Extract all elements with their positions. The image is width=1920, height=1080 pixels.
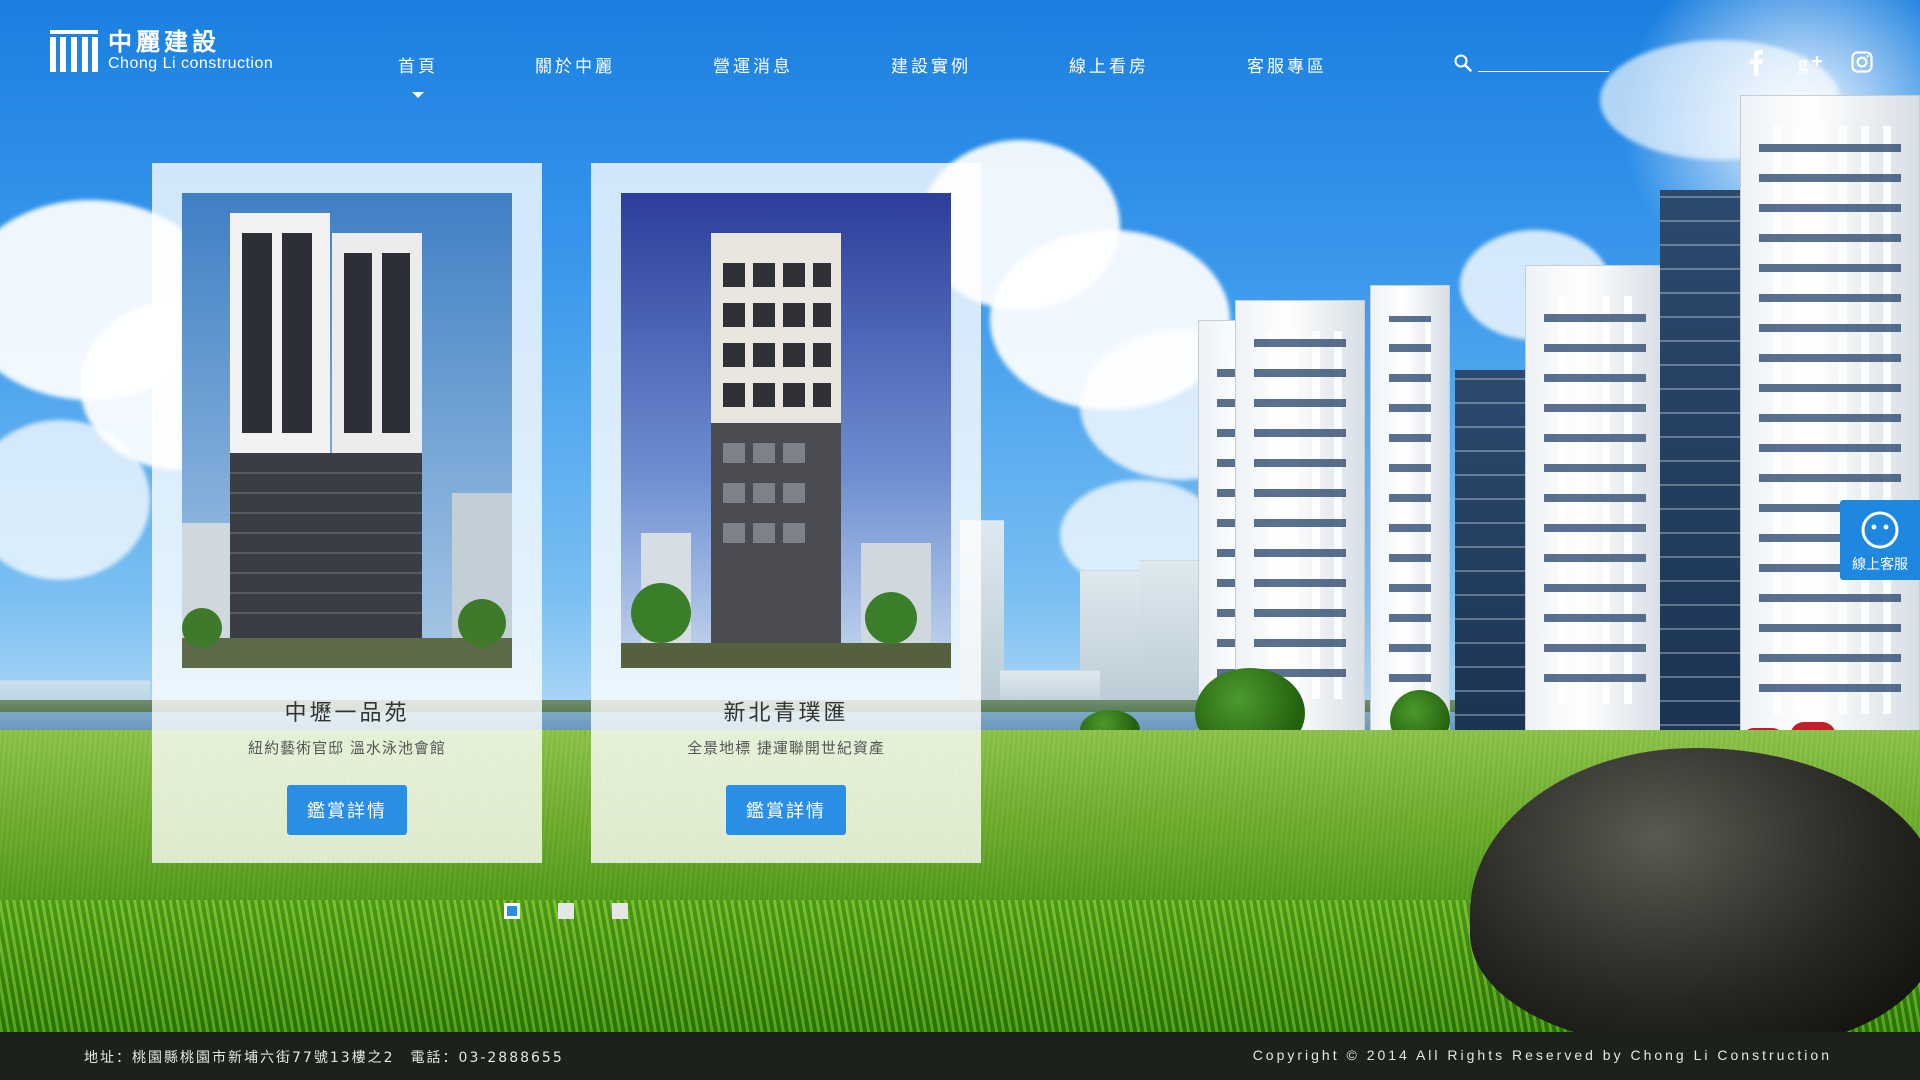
- nav-projects[interactable]: 建設實例: [891, 52, 971, 77]
- glass-tower: [1455, 370, 1525, 740]
- project-title: 新北青璞匯: [723, 701, 849, 726]
- nav-about[interactable]: 關於中麗: [535, 52, 615, 77]
- svg-text:g: g: [1798, 53, 1808, 74]
- project-title: 中壢一品苑: [284, 701, 410, 726]
- nav-online-viewing[interactable]: 線上看房: [1069, 52, 1149, 77]
- carousel-dot[interactable]: [612, 903, 628, 919]
- footer-copyright: Copyright © 2014 All Rights Reserved by …: [1252, 1047, 1832, 1063]
- facebook-icon[interactable]: [1748, 50, 1764, 76]
- glass-tower: [1660, 190, 1740, 750]
- active-indicator-icon: [412, 92, 424, 98]
- instagram-icon[interactable]: [1851, 51, 1873, 77]
- carousel-dot[interactable]: [504, 903, 520, 919]
- logo-mark: [50, 30, 98, 72]
- project-card: 中壢一品苑 紐約藝術官邸 溫水泳池會館 鑑賞詳情: [152, 163, 542, 863]
- carousel-dot[interactable]: [558, 903, 574, 919]
- site-footer: 地址：桃園縣桃園市新埔六街77號13樓之2 電話：03-2888655 Copy…: [0, 1032, 1920, 1080]
- chat-icon: [1861, 511, 1899, 549]
- view-details-button[interactable]: 鑑賞詳情: [726, 785, 846, 835]
- view-details-button[interactable]: 鑑賞詳情: [287, 785, 407, 835]
- brand-name-cn: 中麗建設: [108, 28, 220, 56]
- search-icon[interactable]: [1454, 54, 1472, 72]
- building: [1740, 95, 1920, 755]
- google-plus-icon[interactable]: g: [1798, 52, 1824, 78]
- footer-address: 地址：桃園縣桃園市新埔六街77號13樓之2 電話：03-2888655: [84, 1050, 564, 1066]
- brand-name-en: Chong Li construction: [108, 55, 274, 72]
- distant-building: [1140, 560, 1200, 710]
- online-service-button[interactable]: 線上客服: [1840, 500, 1920, 580]
- project-subtitle: 全景地標 捷運聯開世紀資產: [687, 739, 885, 757]
- building: [1370, 285, 1450, 745]
- nav-news[interactable]: 營運消息: [713, 52, 793, 77]
- nav-customer-service[interactable]: 客服專區: [1247, 52, 1327, 77]
- search-box: [1454, 52, 1609, 74]
- project-photo[interactable]: [621, 193, 951, 668]
- logo[interactable]: 中麗建設 Chong Li construction: [50, 29, 273, 73]
- online-service-label: 線上客服: [1852, 557, 1908, 573]
- site-header: 中麗建設 Chong Li construction 首頁 關於中麗 營運消息 …: [0, 0, 1920, 100]
- project-photo[interactable]: [182, 193, 512, 668]
- logo-text: 中麗建設 Chong Li construction: [108, 29, 273, 73]
- search-input[interactable]: [1478, 52, 1609, 72]
- project-card: 新北青璞匯 全景地標 捷運聯開世紀資產 鑑賞詳情: [591, 163, 981, 863]
- project-subtitle: 紐約藝術官邸 溫水泳池會館: [248, 739, 446, 757]
- building: [1525, 265, 1665, 745]
- nav-home[interactable]: 首頁: [398, 52, 438, 77]
